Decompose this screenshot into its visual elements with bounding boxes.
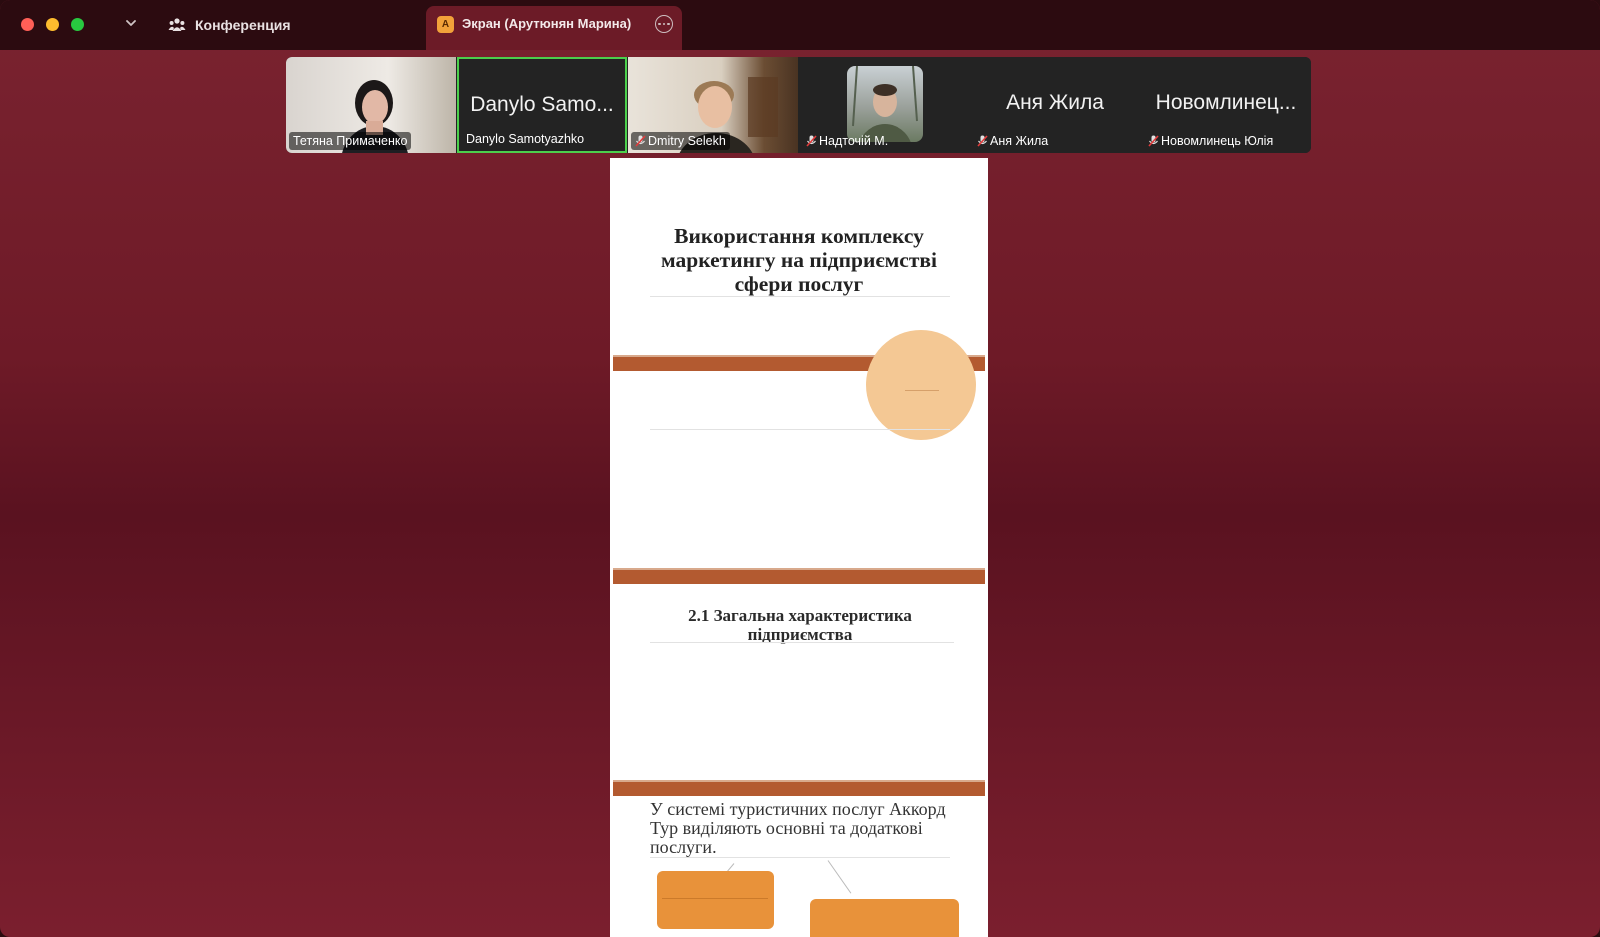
participant-display-name: Danylo Samo...	[470, 93, 614, 116]
slide-decorative-circle	[866, 330, 976, 440]
more-options-button[interactable]	[655, 15, 673, 33]
participant-tile[interactable]: Новомлинец... Новомлинець Юлія	[1141, 57, 1311, 153]
participant-tile[interactable]: Тетяна Примаченко	[286, 57, 456, 153]
participant-name-tag: Dmitry Selekh	[631, 132, 730, 150]
muted-microphone-icon	[635, 135, 646, 147]
slide-divider	[905, 390, 939, 391]
more-dot-icon	[658, 22, 661, 26]
participant-name-tag: Аня Жила	[973, 132, 1052, 150]
participant-tile[interactable]: Аня Жила Аня Жила	[970, 57, 1140, 153]
participant-name-tag: Новомлинець Юлія	[1144, 132, 1277, 150]
slide-4-text: У системі туристичних послуг Аккорд Тур …	[650, 799, 946, 857]
shared-screen[interactable]: Використання комплексу маркетингу на під…	[610, 158, 988, 937]
participant-name: Новомлинець Юлія	[1161, 134, 1274, 148]
conference-tab-label: Конференция	[195, 17, 291, 33]
zoom-window: Конференция A Экран (Арутюнян Марина) Те…	[0, 0, 1600, 937]
diagram-box-additional-services	[810, 899, 959, 937]
screen-share-badge: A	[437, 16, 454, 33]
participant-name: Тетяна Примаченко	[293, 134, 408, 148]
participants-strip: Тетяна Примаченко Danylo Samo... Danylo …	[286, 57, 1311, 153]
more-dot-icon	[667, 22, 670, 26]
participant-name: Danylo Samotyazhko	[466, 132, 585, 146]
participant-name: Надточій М.	[819, 134, 889, 148]
avatar	[847, 66, 923, 142]
more-dot-icon	[662, 22, 666, 26]
muted-microphone-icon	[806, 135, 817, 147]
avatar-photo	[852, 66, 918, 142]
screen-share-tab-label: Экран (Арутюнян Марина)	[462, 16, 632, 31]
title-bar: Конференция A Экран (Арутюнян Марина)	[0, 0, 1600, 50]
participant-display-name: Аня Жила	[1006, 91, 1104, 114]
slide-divider	[650, 857, 950, 858]
diagram-arrow	[827, 860, 852, 894]
participant-tile[interactable]: Надточій М.	[799, 57, 969, 153]
participant-name: Аня Жила	[990, 134, 1049, 148]
slide-divider	[650, 642, 954, 643]
tab-conference[interactable]: Конференция	[168, 14, 291, 36]
muted-microphone-icon	[1148, 135, 1159, 147]
muted-microphone-icon	[977, 135, 988, 147]
slide-separator-bar	[613, 782, 985, 796]
participant-name: Dmitry Selekh	[648, 134, 726, 148]
chevron-down-icon[interactable]	[124, 16, 138, 30]
participant-tile[interactable]: Dmitry Selekh	[628, 57, 798, 153]
slide-1-title: Використання комплексу маркетингу на під…	[661, 224, 937, 296]
minimize-window-button[interactable]	[46, 18, 59, 31]
participant-tile-active[interactable]: Danylo Samo... Danylo Samotyazhko	[457, 57, 627, 153]
participant-display-name: Новомлинец...	[1155, 91, 1297, 114]
diagram-box-text-line	[662, 898, 768, 899]
participant-name-tag: Danylo Samotyazhko	[462, 130, 588, 148]
zoom-window-button[interactable]	[71, 18, 84, 31]
close-window-button[interactable]	[21, 18, 34, 31]
participant-name-tag: Надточій М.	[802, 132, 892, 150]
slide-separator-bar	[613, 570, 985, 584]
participants-icon	[168, 18, 186, 31]
participant-name-tag: Тетяна Примаченко	[289, 132, 412, 150]
tab-screen-share[interactable]: A Экран (Арутюнян Марина)	[426, 6, 682, 50]
slide-3-title: 2.1 Загальна характеристика підприємства	[688, 606, 912, 644]
diagram-box-main-services	[657, 871, 774, 929]
slide-divider	[650, 296, 950, 297]
slide-divider	[650, 429, 950, 430]
